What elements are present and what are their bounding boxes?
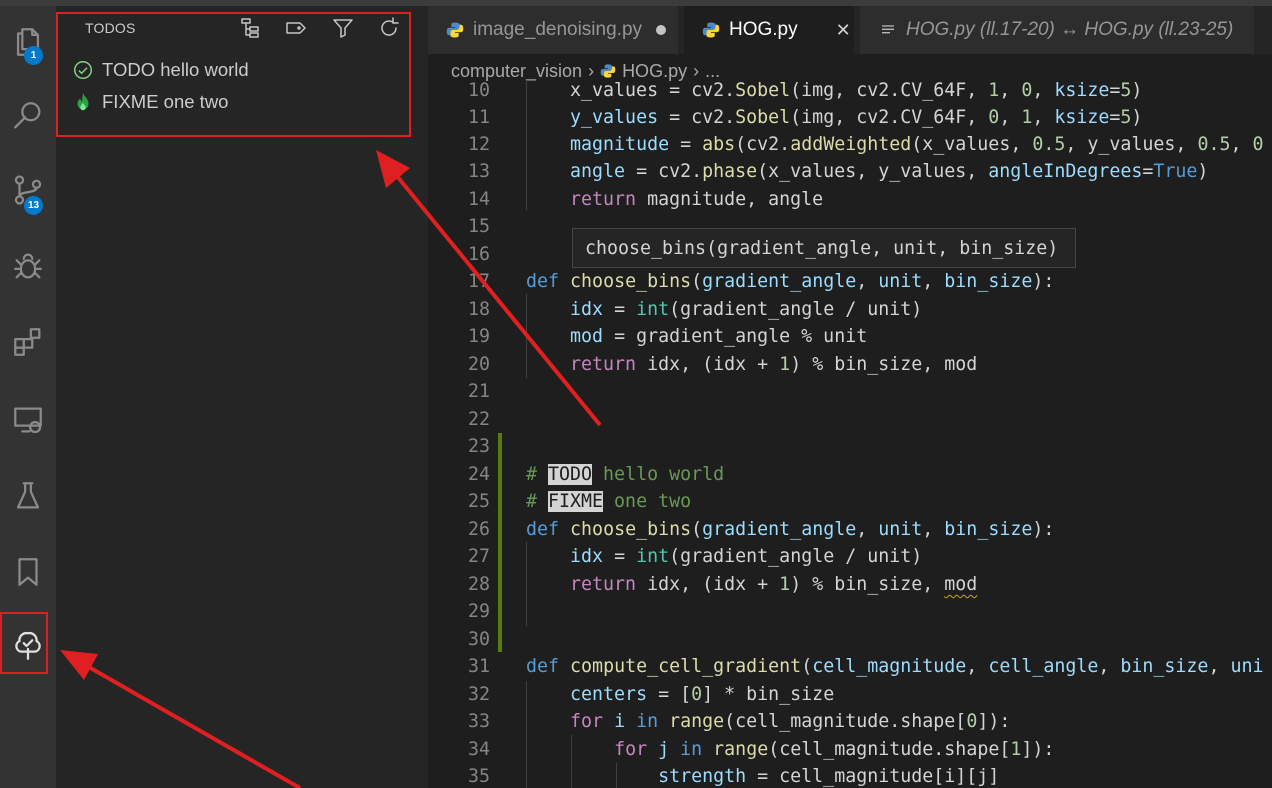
- diff-lines-icon: [882, 25, 894, 34]
- code-line: 29: [428, 598, 1272, 625]
- tab-label: HOG.py (ll.17-20) ↔ HOG.py (ll.23-25): [906, 19, 1234, 40]
- tab-diff[interactable]: HOG.py (ll.17-20) ↔ HOG.py (ll.23-25): [860, 6, 1254, 54]
- line-number: 28: [467, 574, 490, 595]
- tab-hog[interactable]: HOG.py ✕: [684, 6, 854, 54]
- line-number: 30: [467, 629, 490, 650]
- line-number: 17: [467, 271, 490, 292]
- line-number: 19: [467, 326, 490, 347]
- tab-label: image_denoising.py: [473, 19, 643, 40]
- code-line: 18 idx = int(gradient_angle / unit): [428, 296, 1272, 323]
- line-number: 27: [467, 546, 490, 567]
- line-number: 22: [467, 409, 490, 430]
- run-debug-button[interactable]: [0, 236, 56, 296]
- tab-image-denoising[interactable]: image_denoising.py: [428, 6, 678, 54]
- line-number: 29: [467, 601, 490, 622]
- python-file-icon: [446, 22, 464, 38]
- scm-badge: 13: [24, 196, 43, 215]
- code-line: 31 def compute_cell_gradient(cell_magnitu…: [428, 653, 1272, 680]
- line-number: 35: [467, 766, 490, 787]
- code-line: 24 # TODO hello world: [428, 461, 1272, 488]
- bookmarks-button[interactable]: [0, 542, 56, 602]
- code-line: 12 magnitude = abs(cv2.addWeighted(x_val…: [428, 131, 1272, 158]
- line-number: 13: [467, 161, 490, 182]
- source-control-button[interactable]: 13: [0, 160, 56, 220]
- line-number: 23: [467, 436, 490, 457]
- explorer-badge: 1: [24, 46, 43, 65]
- line-number: 26: [467, 519, 490, 540]
- python-file-icon: [600, 64, 616, 78]
- python-file-icon: [702, 22, 720, 38]
- code-line: 19 mod = gradient_angle % unit: [428, 323, 1272, 350]
- code-line: 21: [428, 378, 1272, 405]
- flask-icon: [16, 482, 40, 509]
- line-number: 24: [467, 464, 490, 485]
- line-number: 34: [467, 739, 490, 760]
- code-line: 26 def choose_bins(gradient_angle, unit, …: [428, 516, 1272, 543]
- line-number: 18: [467, 299, 490, 320]
- code-line: 25 # FIXME one two: [428, 488, 1272, 515]
- line-number: 21: [467, 381, 490, 402]
- testing-button[interactable]: [0, 466, 56, 526]
- line-number: 11: [467, 107, 490, 128]
- tab-label: HOG.py: [729, 19, 798, 40]
- code-line: 34 for j in range(cell_magnitude.shape[1…: [428, 736, 1272, 763]
- line-number: 33: [467, 711, 490, 732]
- code-editor[interactable]: 10 x_values = cv2.Sobel(img, cv2.CV_64F,…: [428, 80, 1272, 788]
- line-number: 12: [467, 134, 490, 155]
- search-icon: [14, 102, 41, 129]
- line-number: 14: [467, 189, 490, 210]
- todo-panel-highlight: [56, 12, 411, 137]
- breadcrumb-folder[interactable]: computer_vision: [451, 61, 582, 82]
- remote-explorer-icon: [14, 407, 42, 434]
- search-button[interactable]: [0, 86, 56, 146]
- remote-explorer-button[interactable]: [0, 390, 56, 450]
- bookmark-icon: [18, 558, 38, 586]
- editor-tab-bar: image_denoising.py HOG.py ✕ HOG.py (ll.1…: [428, 6, 1272, 54]
- line-number: 16: [467, 244, 490, 265]
- code-line: 27 idx = int(gradient_angle / unit): [428, 543, 1272, 570]
- line-number: 10: [467, 80, 490, 101]
- code-line: 30: [428, 626, 1272, 653]
- code-line: 10 x_values = cv2.Sobel(img, cv2.CV_64F,…: [428, 80, 1272, 104]
- unsaved-dot-icon: [656, 25, 667, 35]
- code-line: 11 y_values = cv2.Sobel(img, cv2.CV_64F,…: [428, 104, 1272, 131]
- breadcrumb-rest[interactable]: ...: [705, 61, 720, 82]
- breadcrumb-file[interactable]: HOG.py: [622, 61, 687, 82]
- code-line: 35 strength = cell_magnitude[i][j]: [428, 763, 1272, 788]
- line-number: 25: [467, 491, 490, 512]
- code-line: 33 for i in range(cell_magnitude.shape[0…: [428, 708, 1272, 735]
- explorer-button[interactable]: 1: [0, 12, 56, 72]
- code-line: 32 centers = [0] * bin_size: [428, 681, 1272, 708]
- code-line: 28 return idx, (idx + 1) % bin_size, mod: [428, 571, 1272, 598]
- todo-tree-icon-highlight: [0, 612, 48, 674]
- signature-hover: choose_bins(gradient_angle, unit, bin_si…: [572, 228, 1076, 268]
- chevron-right-icon: ›: [588, 60, 595, 81]
- line-number: 20: [467, 354, 490, 375]
- line-number: 32: [467, 684, 490, 705]
- extensions-button[interactable]: [0, 312, 56, 372]
- extensions-icon: [14, 328, 41, 356]
- close-icon[interactable]: ✕: [836, 20, 851, 41]
- code-line: 17 def choose_bins(gradient_angle, unit, …: [428, 268, 1272, 295]
- code-line: 14 return magnitude, angle: [428, 186, 1272, 213]
- chevron-right-icon: ›: [693, 60, 700, 81]
- code-line: 13 angle = cv2.phase(x_values, y_values,…: [428, 158, 1272, 185]
- code-line: 22: [428, 406, 1272, 433]
- code-line: 20 return idx, (idx + 1) % bin_size, mod: [428, 351, 1272, 378]
- line-number: 15: [467, 216, 490, 237]
- debug-bug-icon: [14, 253, 42, 279]
- code-line: 23: [428, 433, 1272, 460]
- line-number: 31: [467, 656, 490, 677]
